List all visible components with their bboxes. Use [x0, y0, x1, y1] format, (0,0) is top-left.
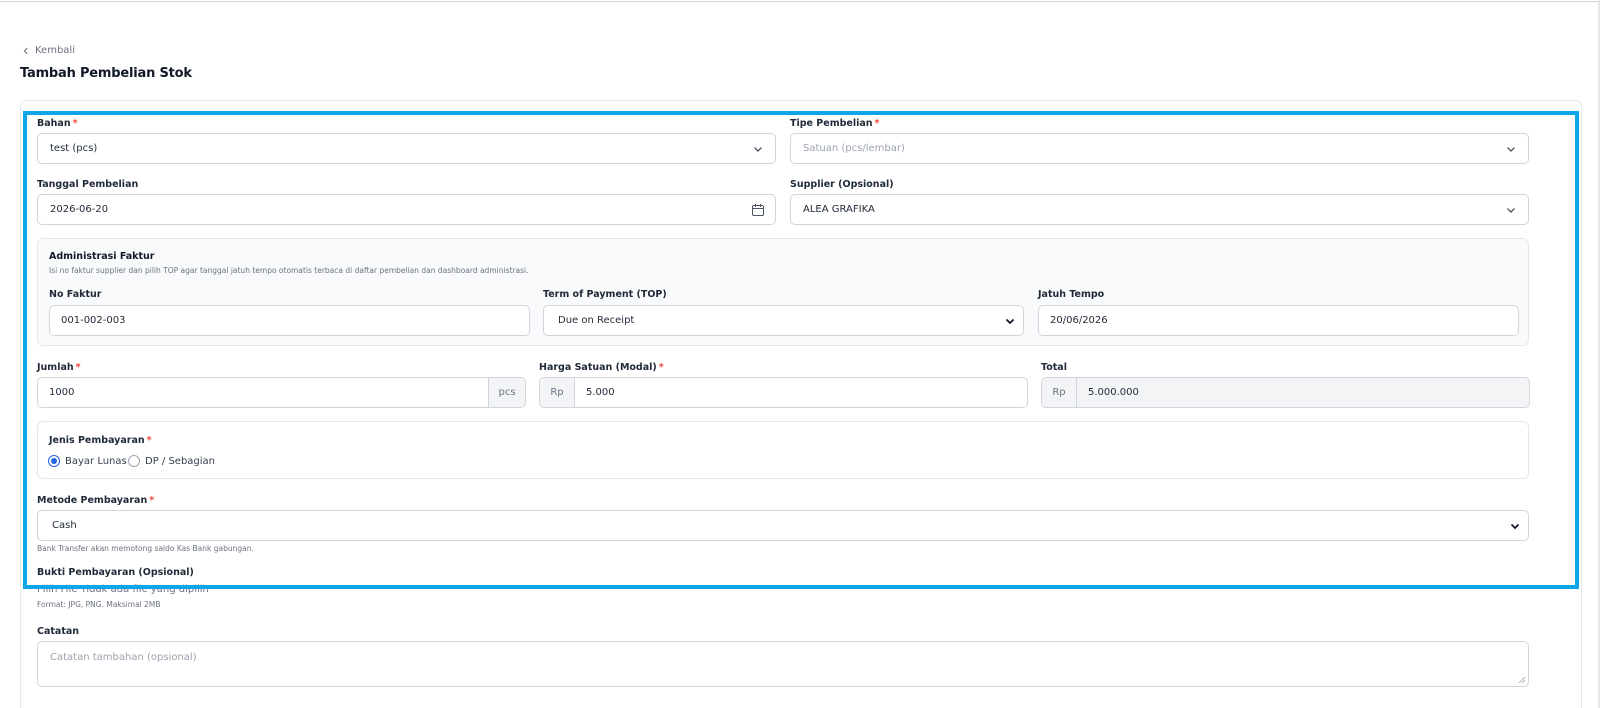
top-value: Due on Receipt — [558, 315, 635, 326]
jenis-pembayaran-panel — [37, 421, 1529, 479]
top-label: Term of Payment (TOP) — [543, 289, 667, 300]
file-input[interactable]: Pilih File Tidak ada file yang dipilih — [37, 584, 209, 595]
total-label: Total — [1041, 362, 1067, 373]
tipe-pembelian-label: Tipe Pembelian * — [790, 118, 880, 129]
bahan-value: test (pcs) — [50, 143, 98, 154]
page-title: Tambah Pembelian Stok — [20, 66, 192, 81]
bahan-label: Bahan * — [37, 118, 78, 129]
metode-pembayaran-hint: Bank Transfer akan memotong saldo Kas Ba… — [37, 544, 254, 553]
chevron-down-icon — [1507, 208, 1515, 213]
harga-satuan-prefix: Rp — [540, 378, 575, 407]
tipe-pembelian-select[interactable]: Satuan (pcs/lembar) — [790, 133, 1529, 164]
chevron-down-icon — [1510, 523, 1520, 530]
harga-satuan-input-group: Rp 5.000 — [539, 377, 1028, 408]
harga-satuan-label: Harga Satuan (Modal) * — [539, 362, 664, 373]
no-faktur-value: 001-002-003 — [61, 315, 126, 326]
radio-dp-sebagian[interactable]: DP / Sebagian — [128, 455, 215, 467]
harga-satuan-input[interactable]: 5.000 — [575, 378, 1027, 407]
radio-dp-sebagian-label: DP / Sebagian — [145, 455, 216, 467]
no-faktur-input[interactable]: 001-002-003 — [49, 305, 530, 336]
top-select[interactable]: Due on Receipt — [543, 305, 1024, 336]
no-faktur-label: No Faktur — [49, 289, 102, 300]
harga-satuan-value: 5.000 — [586, 387, 615, 398]
radio-button[interactable] — [128, 455, 140, 467]
jenis-pembayaran-label: Jenis Pembayaran * — [49, 435, 152, 446]
total-prefix: Rp — [1042, 378, 1077, 407]
radio-bayar-lunas[interactable]: Bayar Lunas — [48, 455, 127, 467]
chevron-down-icon — [1005, 318, 1015, 325]
metode-pembayaran-label: Metode Pembayaran * — [37, 495, 155, 506]
total-input-group: Rp 5.000.000 — [1041, 377, 1530, 408]
catatan-placeholder: Catatan tambahan (opsional) — [50, 652, 197, 663]
jumlah-label: Jumlah * — [37, 362, 81, 373]
file-status: Tidak ada file yang dipilih — [80, 584, 209, 595]
back-link[interactable]: Kembali — [22, 45, 75, 56]
catatan-textarea[interactable]: Catatan tambahan (opsional) — [37, 641, 1529, 687]
supplier-label: Supplier (Opsional) — [790, 179, 894, 190]
tanggal-pembelian-label: Tanggal Pembelian — [37, 179, 139, 190]
tipe-pembelian-placeholder: Satuan (pcs/lembar) — [803, 143, 905, 154]
back-link-label: Kembali — [35, 45, 75, 56]
supplier-select[interactable]: ALEA GRAFIKA — [790, 194, 1529, 225]
bukti-format-hint: Format: JPG, PNG. Maksimal 2MB — [37, 600, 161, 609]
total-value: 5.000.000 — [1088, 387, 1139, 398]
metode-pembayaran-select[interactable]: Cash — [37, 510, 1529, 541]
jatuh-tempo-input[interactable]: 20/06/2026 — [1038, 305, 1519, 336]
chevron-left-icon — [23, 47, 28, 54]
jumlah-unit-addon: pcs — [488, 378, 525, 407]
tanggal-pembelian-input[interactable]: 2026-06-20 — [37, 194, 776, 225]
total-input: 5.000.000 — [1077, 378, 1529, 407]
administrasi-faktur-description: Isi no faktur supplier dan pilih TOP aga… — [49, 266, 529, 275]
chevron-down-icon — [1507, 147, 1515, 152]
radio-bayar-lunas-label: Bayar Lunas — [65, 455, 127, 467]
resize-grip-icon[interactable] — [1518, 676, 1526, 684]
bukti-pembayaran-label: Bukti Pembayaran (Opsional) — [37, 567, 194, 578]
administrasi-faktur-title: Administrasi Faktur — [49, 251, 155, 262]
jumlah-input-group: 1000 pcs — [37, 377, 526, 408]
bahan-select[interactable]: test (pcs) — [37, 133, 776, 164]
calendar-icon[interactable] — [751, 203, 765, 217]
catatan-label: Catatan — [37, 626, 80, 637]
jumlah-value: 1000 — [49, 387, 75, 398]
chevron-down-icon — [754, 147, 762, 152]
tanggal-pembelian-value: 2026-06-20 — [50, 204, 109, 215]
jumlah-input[interactable]: 1000 — [38, 378, 488, 407]
supplier-value: ALEA GRAFIKA — [803, 204, 875, 215]
top-border — [0, 0, 1600, 2]
jatuh-tempo-value: 20/06/2026 — [1050, 315, 1108, 326]
jatuh-tempo-label: Jatuh Tempo — [1038, 289, 1105, 300]
metode-pembayaran-value: Cash — [52, 520, 77, 531]
radio-button[interactable] — [48, 455, 60, 467]
choose-file-button[interactable]: Pilih File — [37, 584, 77, 595]
